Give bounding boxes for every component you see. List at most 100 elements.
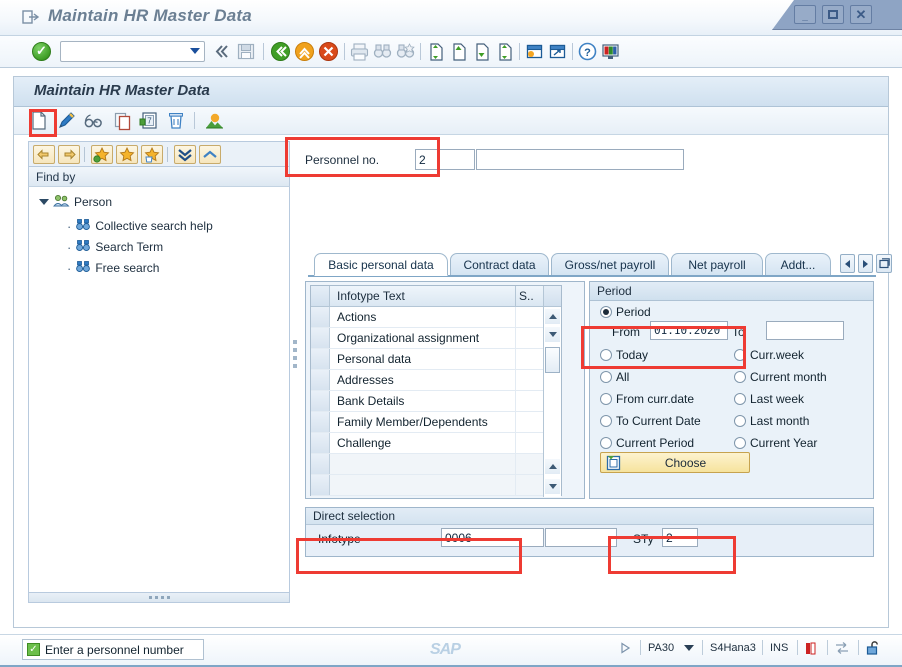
- next-page-icon[interactable]: [472, 41, 491, 62]
- create-icon[interactable]: [28, 110, 50, 131]
- tab-additional[interactable]: Addt...: [765, 253, 831, 276]
- horizontal-splitter[interactable]: [28, 593, 290, 603]
- system-name[interactable]: S4Hana3: [710, 642, 756, 654]
- dropdown-arrow-icon[interactable]: [684, 645, 694, 651]
- first-page-icon[interactable]: [426, 41, 445, 62]
- tree-node-person[interactable]: Person: [39, 193, 112, 211]
- period-from-input[interactable]: [650, 321, 728, 340]
- tree-node-search-term[interactable]: · Search Term: [67, 238, 163, 256]
- table-row[interactable]: Organizational assignment: [311, 328, 561, 349]
- radio-to-current-date[interactable]: To Current Date: [600, 414, 701, 428]
- expand-all-icon[interactable]: [174, 145, 196, 164]
- chevron-down-icon[interactable]: [190, 48, 200, 54]
- signal-icon[interactable]: [804, 641, 818, 658]
- print-icon[interactable]: [350, 41, 369, 62]
- favorite-icon[interactable]: [116, 145, 138, 164]
- tree-node-free-search[interactable]: · Free search: [67, 259, 159, 277]
- table-row[interactable]: Bank Details: [311, 391, 561, 412]
- row-selector[interactable]: [311, 349, 330, 369]
- subtype-input[interactable]: [662, 528, 698, 547]
- personnel-number-input[interactable]: [415, 149, 475, 170]
- radio-button[interactable]: [600, 371, 612, 383]
- close-button[interactable]: ✕: [850, 5, 872, 24]
- forward-arrow-icon[interactable]: [58, 145, 80, 164]
- back-arrow-icon[interactable]: [33, 145, 55, 164]
- tree-node-collective-search-help[interactable]: · Collective search help: [67, 217, 213, 235]
- back-double-icon[interactable]: [212, 41, 230, 62]
- tab-contract-data[interactable]: Contract data: [450, 253, 549, 276]
- infotype-input[interactable]: [441, 528, 544, 547]
- copy-icon[interactable]: [113, 110, 133, 131]
- delete-favorite-icon[interactable]: [141, 145, 163, 164]
- display-glasses-icon[interactable]: [83, 110, 105, 131]
- table-scrollbar[interactable]: [543, 307, 561, 497]
- radio-button[interactable]: [600, 415, 612, 427]
- maximize-button[interactable]: [822, 5, 844, 24]
- column-header-infotype-text[interactable]: Infotype Text: [337, 289, 405, 303]
- radio-today[interactable]: Today: [600, 348, 648, 362]
- table-row[interactable]: Personal data: [311, 349, 561, 370]
- row-selector[interactable]: [311, 370, 330, 390]
- table-row[interactable]: [311, 475, 561, 496]
- scroll-down-button[interactable]: [545, 327, 560, 342]
- find-icon[interactable]: [373, 41, 392, 62]
- row-selector[interactable]: [311, 475, 330, 495]
- radio-current-period[interactable]: Current Period: [600, 436, 694, 450]
- radio-all[interactable]: All: [600, 370, 629, 384]
- radio-button[interactable]: [734, 371, 746, 383]
- row-selector[interactable]: [311, 454, 330, 474]
- last-page-icon[interactable]: [495, 41, 514, 62]
- radio-current-year[interactable]: Current Year: [734, 436, 817, 450]
- save-icon[interactable]: [236, 41, 256, 62]
- scroll-page-up-button[interactable]: [545, 459, 560, 474]
- tab-list-icon[interactable]: [876, 254, 892, 273]
- cancel-red-icon[interactable]: [318, 41, 339, 62]
- row-selector[interactable]: [311, 433, 330, 453]
- choose-button[interactable]: Choose: [600, 452, 750, 473]
- change-pencil-icon[interactable]: [57, 110, 77, 131]
- insert-mode[interactable]: INS: [770, 642, 788, 654]
- radio-button[interactable]: [734, 349, 746, 361]
- scroll-page-down-button[interactable]: [545, 479, 560, 494]
- period-to-input[interactable]: [766, 321, 844, 340]
- overview-icon[interactable]: 7: [138, 110, 160, 131]
- radio-current-month[interactable]: Current month: [734, 370, 827, 384]
- vertical-splitter[interactable]: [291, 322, 299, 386]
- minimize-button[interactable]: _: [794, 5, 816, 24]
- tab-scroll-left-icon[interactable]: [840, 254, 855, 273]
- table-row[interactable]: Actions: [311, 307, 561, 328]
- enter-check-icon[interactable]: [32, 42, 51, 61]
- radio-button[interactable]: [600, 306, 612, 318]
- back-green-icon[interactable]: [270, 41, 291, 62]
- tab-gross-net-payroll[interactable]: Gross/net payroll: [551, 253, 669, 276]
- radio-button[interactable]: [600, 349, 612, 361]
- row-selector[interactable]: [311, 391, 330, 411]
- table-row[interactable]: Family Member/Dependents: [311, 412, 561, 433]
- radio-button[interactable]: [600, 393, 612, 405]
- previous-page-icon[interactable]: [449, 41, 468, 62]
- select-all-cell[interactable]: [311, 286, 330, 306]
- tab-basic-personal-data[interactable]: Basic personal data: [314, 253, 448, 276]
- create-session-icon[interactable]: [525, 41, 544, 62]
- table-row[interactable]: [311, 454, 561, 475]
- add-favorite-icon[interactable]: [91, 145, 113, 164]
- shortcut-icon[interactable]: [548, 41, 567, 62]
- transaction-code[interactable]: PA30: [648, 642, 674, 654]
- row-selector[interactable]: [311, 307, 330, 327]
- radio-button[interactable]: [734, 415, 746, 427]
- customize-layout-icon[interactable]: [601, 41, 620, 62]
- tab-scroll-right-icon[interactable]: [858, 254, 873, 273]
- scrollbar-thumb[interactable]: [545, 347, 560, 373]
- column-header-s[interactable]: S..: [515, 286, 542, 306]
- exit-yellow-icon[interactable]: [294, 41, 315, 62]
- table-row[interactable]: Challenge: [311, 433, 561, 454]
- radio-button[interactable]: [734, 437, 746, 449]
- row-selector[interactable]: [311, 412, 330, 432]
- radio-button[interactable]: [734, 393, 746, 405]
- servers-icon[interactable]: [834, 641, 850, 658]
- radio-last-month[interactable]: Last month: [734, 414, 809, 428]
- find-next-icon[interactable]: [396, 41, 415, 62]
- radio-from-curr-date[interactable]: From curr.date: [600, 392, 694, 406]
- table-row[interactable]: Addresses: [311, 370, 561, 391]
- radio-period[interactable]: Period: [600, 305, 651, 319]
